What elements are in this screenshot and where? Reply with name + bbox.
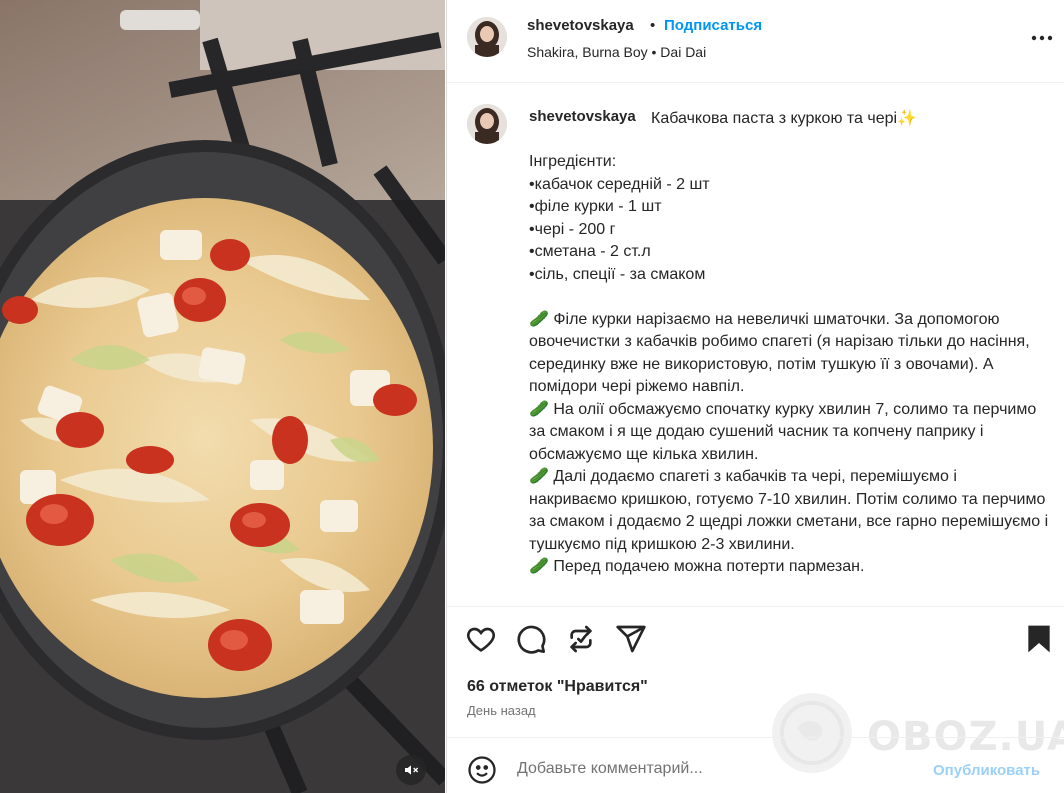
caption-avatar[interactable] [467, 104, 507, 144]
comment-input[interactable] [517, 752, 917, 786]
emoji-button[interactable] [467, 755, 497, 785]
emoji-icon [467, 756, 497, 789]
more-horizontal-icon [1027, 35, 1057, 52]
post-photo [0, 0, 445, 793]
post-header: shevetovskaya • Подписаться Shakira, Bur… [447, 0, 1064, 83]
share-icon [615, 625, 647, 659]
post-media[interactable] [0, 0, 445, 793]
speaker-muted-icon [403, 762, 419, 778]
repost-icon [565, 625, 597, 659]
comment-icon [515, 625, 547, 659]
comment-bar: Опубликовать [447, 737, 1064, 793]
post-panel: shevetovskaya • Подписаться Shakira, Bur… [446, 0, 1064, 793]
music-info[interactable]: Shakira, Burna Boy • Dai Dai [527, 44, 706, 60]
mute-button[interactable] [396, 755, 426, 785]
caption-section: shevetovskaya Кабачкова паста з куркою т… [447, 84, 1064, 606]
header-username[interactable]: shevetovskaya [527, 17, 634, 34]
follow-button[interactable]: Подписаться [664, 17, 762, 34]
publish-button[interactable]: Опубликовать [933, 762, 1040, 779]
caption-title: Кабачкова паста з куркою та чері✨ [651, 110, 917, 127]
caption-username[interactable]: shevetovskaya [529, 108, 636, 125]
like-button[interactable] [465, 623, 497, 655]
more-options-button[interactable] [1027, 28, 1057, 48]
share-button[interactable] [615, 623, 647, 655]
likes-count[interactable]: 66 отметок "Нравится" [467, 678, 648, 696]
repost-button[interactable] [565, 623, 597, 655]
comment-button[interactable] [515, 623, 547, 655]
bookmark-icon [1023, 625, 1055, 659]
avatar[interactable] [467, 17, 507, 57]
action-bar [447, 606, 1064, 666]
caption-body: Інгредієнти: •кабачок середній - 2 шт •ф… [529, 153, 1049, 575]
save-button[interactable] [1023, 623, 1055, 655]
heart-icon [465, 627, 497, 659]
separator-dot: • [650, 17, 656, 34]
post-date[interactable]: День назад [467, 703, 536, 718]
